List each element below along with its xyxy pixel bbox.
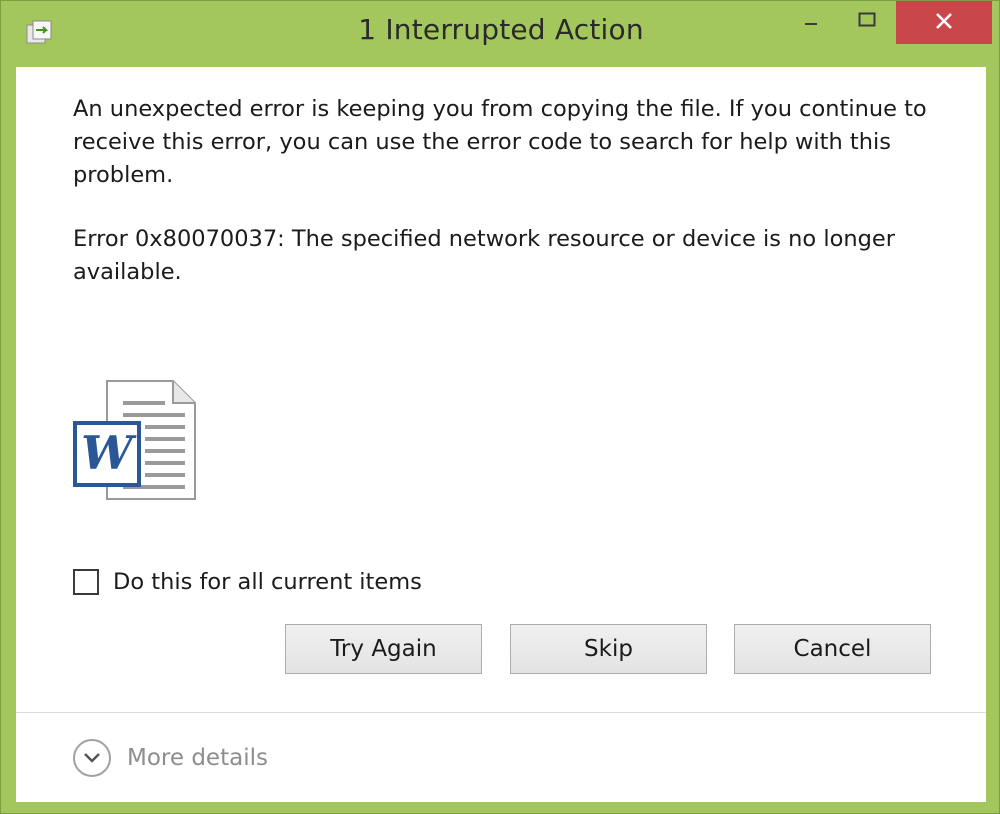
close-icon: [934, 11, 954, 35]
try-again-button[interactable]: Try Again: [285, 624, 482, 674]
dialog-window: 1 Interrupted Action An unexpected error…: [0, 0, 1000, 814]
close-button[interactable]: [896, 1, 992, 44]
word-document-icon: W: [73, 379, 198, 503]
dialog-content: An unexpected error is keeping you from …: [16, 67, 986, 802]
more-details-toggle[interactable]: More details: [73, 739, 268, 777]
chevron-down-icon[interactable]: [73, 739, 111, 777]
footer-divider: [16, 712, 986, 713]
apply-all-label[interactable]: Do this for all current items: [113, 569, 422, 595]
error-message: An unexpected error is keeping you from …: [73, 96, 927, 188]
title-bar[interactable]: 1 Interrupted Action: [1, 1, 1000, 65]
maximize-icon: [858, 12, 876, 32]
more-details-label[interactable]: More details: [127, 745, 268, 771]
cancel-button[interactable]: Cancel: [734, 624, 931, 674]
apply-all-checkbox[interactable]: [73, 569, 99, 595]
skip-button[interactable]: Skip: [510, 624, 707, 674]
minimize-button[interactable]: [791, 1, 831, 43]
svg-text:W: W: [81, 426, 137, 480]
error-code-text: Error 0x80070037: The specified network …: [73, 226, 895, 285]
maximize-button[interactable]: [847, 1, 887, 43]
apply-all-row[interactable]: Do this for all current items: [73, 569, 422, 595]
minimize-icon: [803, 12, 819, 32]
